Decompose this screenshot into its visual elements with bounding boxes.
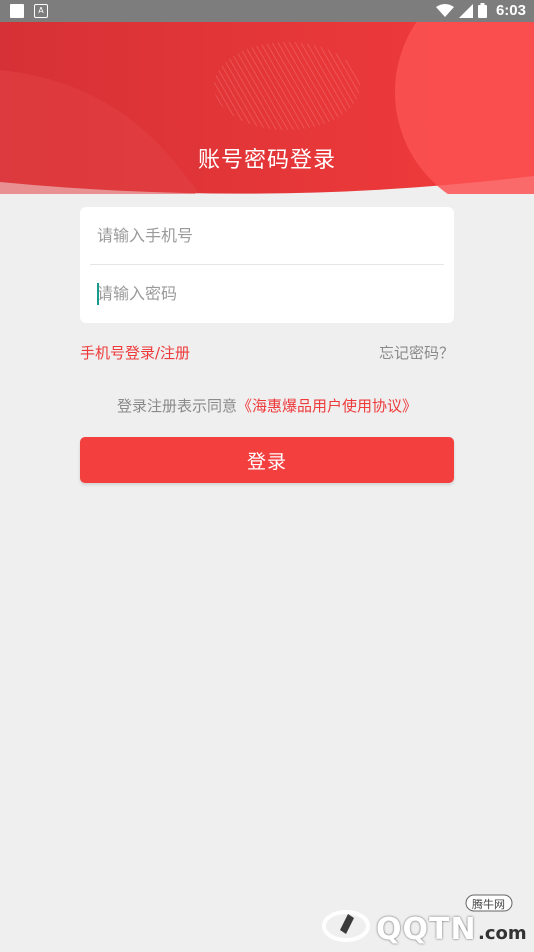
agreement-notice: 登录注册表示同意《海惠爆品用户使用协议》 [0,395,534,416]
a-icon: A [34,4,48,18]
status-left-icons: A [10,4,48,18]
watermark-text: QQTN [376,912,477,947]
wifi-icon [435,3,454,17]
phone-field-row [90,207,444,265]
square-icon [10,4,24,18]
signal-icon [458,3,473,18]
watermark-badge: 腾牛网 [472,898,505,911]
status-bar: A 6:03 [0,0,534,22]
agreement-prefix: 登录注册表示同意 [116,397,237,415]
watermark-suffix: .com [478,923,527,944]
password-field-row [90,265,444,322]
status-time: 6:03 [495,2,526,19]
user-agreement-link[interactable]: 《海惠爆品用户使用协议》 [237,397,417,415]
header-banner: 账号密码登录 [0,22,534,194]
watermark: 腾牛网 QQTN .com [318,892,528,948]
login-card [80,207,454,323]
auth-links: 手机号登录/注册 忘记密码？ [80,342,454,364]
forgot-password-link[interactable]: 忘记密码？ [379,342,454,363]
text-caret [97,283,99,305]
page-title: 账号密码登录 [197,148,336,173]
status-right-icons: 6:03 [435,2,526,19]
phone-input[interactable] [90,226,444,245]
battery-icon [477,3,487,18]
phone-login-register-link[interactable]: 手机号登录/注册 [80,342,190,363]
password-input[interactable] [90,284,444,303]
login-button[interactable]: 登录 [80,437,454,483]
